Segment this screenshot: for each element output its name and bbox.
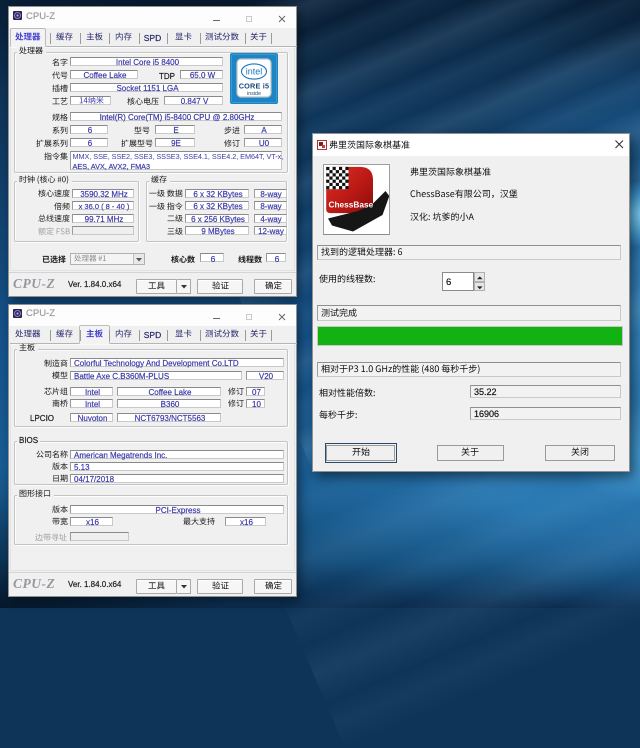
svg-text:CORE i5: CORE i5: [239, 82, 270, 91]
svg-text:ChessBase: ChessBase: [328, 200, 373, 210]
svg-text:inside: inside: [247, 91, 261, 97]
svg-text:intel: intel: [246, 67, 263, 77]
